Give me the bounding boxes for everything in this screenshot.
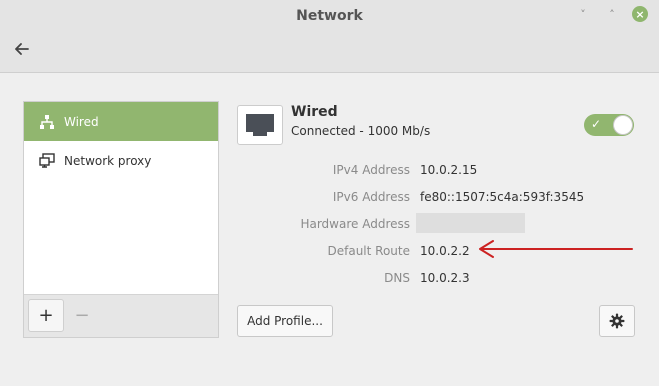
default-route-label: Default Route xyxy=(327,244,411,258)
close-icon[interactable]: × xyxy=(632,6,648,22)
check-icon: ✓ xyxy=(591,117,602,131)
ipv6-label: IPv6 Address xyxy=(332,190,410,204)
back-arrow-icon xyxy=(15,43,29,55)
wired-toggle-switch[interactable]: ✓ xyxy=(584,114,634,136)
add-profile-button[interactable]: Add Profile... xyxy=(237,305,333,337)
sidebar-item-network-proxy[interactable]: Network proxy xyxy=(24,141,218,180)
settings-button[interactable] xyxy=(599,305,635,337)
sidebar-item-label: Wired xyxy=(64,114,99,129)
annotation-arrow-icon xyxy=(479,240,633,258)
network-proxy-icon xyxy=(38,152,56,170)
dns-label: DNS xyxy=(384,271,410,285)
sidebar-item-wired[interactable]: Wired xyxy=(24,102,218,141)
add-connection-button[interactable]: + xyxy=(28,299,64,332)
device-name: Wired xyxy=(291,104,338,120)
toggle-knob xyxy=(613,115,633,135)
sidebar: Wired Network proxy + − xyxy=(23,101,219,338)
gear-icon xyxy=(609,313,625,329)
hardware-address-redacted xyxy=(416,213,525,233)
ipv4-label: IPv4 Address xyxy=(332,163,410,177)
dns-value: 10.0.2.3 xyxy=(420,271,470,285)
remove-connection-button[interactable]: − xyxy=(64,299,100,332)
sidebar-toolbar: + − xyxy=(24,294,218,337)
default-route-value: 10.0.2.2 xyxy=(420,244,470,258)
ipv6-value: fe80::1507:5c4a:593f:3545 xyxy=(420,190,585,204)
window-title: Network xyxy=(296,8,363,24)
hardware-address-label: Hardware Address xyxy=(300,217,410,231)
connection-status: Connected - 1000 Mb/s xyxy=(291,124,431,138)
sidebar-item-label: Network proxy xyxy=(64,153,152,168)
back-button[interactable] xyxy=(10,38,34,60)
network-wired-icon xyxy=(38,113,56,131)
maximize-icon[interactable]: ˄ xyxy=(604,6,620,22)
ethernet-port-icon xyxy=(237,105,283,145)
ipv4-value: 10.0.2.15 xyxy=(420,163,478,177)
title-bar: Network ˅ ˄ × xyxy=(0,0,659,73)
minimize-icon[interactable]: ˅ xyxy=(575,6,591,22)
